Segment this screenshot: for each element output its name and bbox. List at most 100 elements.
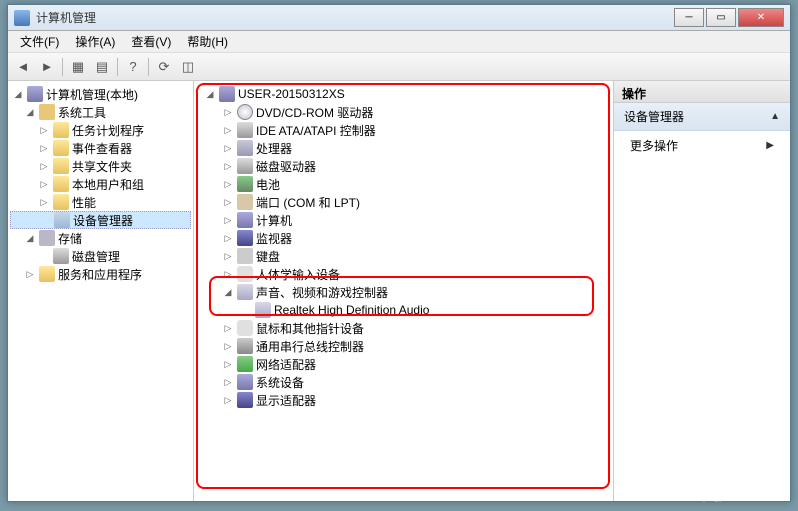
expander-icon[interactable]: ▷ xyxy=(38,178,50,190)
tree-shared-folders[interactable]: ▷ 共享文件夹 xyxy=(10,157,191,175)
tree-label: 端口 (COM 和 LPT) xyxy=(256,194,360,211)
tree-services-apps[interactable]: ▷ 服务和应用程序 xyxy=(10,265,191,283)
menu-view[interactable]: 查看(V) xyxy=(123,31,179,52)
console-tree: ◢ 计算机管理(本地) ◢ 系统工具 ▷ 任务计划程序 ▷ 事件查看器 ▷ xyxy=(8,81,194,501)
device-battery[interactable]: ▷ 电池 xyxy=(196,175,611,193)
tree-performance[interactable]: ▷ 性能 xyxy=(10,193,191,211)
actions-section-device-manager[interactable]: 设备管理器 ▲ xyxy=(614,103,790,131)
expander-icon[interactable]: ▷ xyxy=(38,196,50,208)
tree-label: USER-20150312XS xyxy=(238,87,345,101)
device-ports[interactable]: ▷ 端口 (COM 和 LPT) xyxy=(196,193,611,211)
device-sound[interactable]: ◢ 声音、视频和游戏控制器 xyxy=(196,283,611,301)
computer-icon xyxy=(219,86,235,102)
tree-root[interactable]: ◢ 计算机管理(本地) xyxy=(10,85,191,103)
expander-icon[interactable]: ◢ xyxy=(222,286,234,298)
tree-label: 任务计划程序 xyxy=(72,122,144,139)
menubar: 文件(F) 操作(A) 查看(V) 帮助(H) xyxy=(8,31,790,53)
device-network[interactable]: ▷ 网络适配器 xyxy=(196,355,611,373)
expander-icon[interactable]: ▷ xyxy=(38,124,50,136)
tree-disk-management[interactable]: ▷ 磁盘管理 xyxy=(10,247,191,265)
minimize-button[interactable]: ─ xyxy=(674,8,704,27)
disk-icon xyxy=(237,158,253,174)
device-disk-drives[interactable]: ▷ 磁盘驱动器 xyxy=(196,157,611,175)
expander-icon[interactable]: ▷ xyxy=(222,250,234,262)
expander-icon[interactable]: ▷ xyxy=(222,340,234,352)
separator xyxy=(148,58,149,76)
device-sound-realtek[interactable]: ▷ Realtek High Definition Audio xyxy=(196,301,611,319)
device-monitor[interactable]: ▷ 监视器 xyxy=(196,229,611,247)
action-label: 更多操作 xyxy=(630,137,678,154)
device-system[interactable]: ▷ 系统设备 xyxy=(196,373,611,391)
ide-icon xyxy=(237,122,253,138)
tree-label: 本地用户和组 xyxy=(72,176,144,193)
computer-type-icon xyxy=(237,212,253,228)
device-ide[interactable]: ▷ IDE ATA/ATAPI 控制器 xyxy=(196,121,611,139)
tree-storage[interactable]: ◢ 存储 xyxy=(10,229,191,247)
sound-icon xyxy=(237,284,253,300)
expander-icon[interactable]: ▷ xyxy=(222,124,234,136)
expander-icon[interactable]: ▷ xyxy=(222,196,234,208)
properties-button[interactable]: ▤ xyxy=(91,56,113,78)
tree-label: 磁盘管理 xyxy=(72,248,120,265)
expander-icon[interactable]: ▷ xyxy=(38,160,50,172)
tree-label: 事件查看器 xyxy=(72,140,132,157)
device-root[interactable]: ◢ USER-20150312XS xyxy=(196,85,611,103)
tree-local-users[interactable]: ▷ 本地用户和组 xyxy=(10,175,191,193)
scan-hardware-button[interactable]: ⟳ xyxy=(153,56,175,78)
device-mouse[interactable]: ▷ 鼠标和其他指针设备 xyxy=(196,319,611,337)
titlebar: 计算机管理 ─ ▭ ✕ xyxy=(8,5,790,31)
tree-label: 性能 xyxy=(72,194,96,211)
expander-icon[interactable]: ▷ xyxy=(222,268,234,280)
menu-action[interactable]: 操作(A) xyxy=(67,31,123,52)
expander-icon[interactable]: ▷ xyxy=(222,394,234,406)
device-usb[interactable]: ▷ 通用串行总线控制器 xyxy=(196,337,611,355)
maximize-button[interactable]: ▭ xyxy=(706,8,736,27)
expander-icon[interactable]: ▷ xyxy=(222,376,234,388)
tree-label: 鼠标和其他指针设备 xyxy=(256,320,364,337)
tree-task-scheduler[interactable]: ▷ 任务计划程序 xyxy=(10,121,191,139)
menu-file[interactable]: 文件(F) xyxy=(12,31,67,52)
disk-mgmt-icon xyxy=(53,248,69,264)
view-options-button[interactable]: ◫ xyxy=(177,56,199,78)
expander-icon[interactable]: ▷ xyxy=(222,232,234,244)
expander-icon[interactable]: ▷ xyxy=(222,142,234,154)
expander-icon[interactable]: ◢ xyxy=(12,88,24,100)
device-manager-icon xyxy=(54,212,70,228)
device-computer[interactable]: ▷ 计算机 xyxy=(196,211,611,229)
device-hid[interactable]: ▷ 人体学输入设备 xyxy=(196,265,611,283)
device-dvd[interactable]: ▷ DVD/CD-ROM 驱动器 xyxy=(196,103,611,121)
tree-label: 人体学输入设备 xyxy=(256,266,340,283)
tree-device-manager[interactable]: ▷ 设备管理器 xyxy=(10,211,191,229)
expander-icon[interactable]: ▷ xyxy=(38,142,50,154)
tree-label: IDE ATA/ATAPI 控制器 xyxy=(256,122,376,139)
performance-icon xyxy=(53,194,69,210)
show-hide-tree-button[interactable]: ▦ xyxy=(67,56,89,78)
scheduler-icon xyxy=(53,122,69,138)
expander-icon[interactable]: ▷ xyxy=(222,178,234,190)
expander-icon[interactable]: ▷ xyxy=(222,160,234,172)
expander-icon[interactable]: ▷ xyxy=(222,358,234,370)
tree-event-viewer[interactable]: ▷ 事件查看器 xyxy=(10,139,191,157)
expander-icon[interactable]: ◢ xyxy=(204,88,216,100)
storage-icon xyxy=(39,230,55,246)
device-keyboard[interactable]: ▷ 键盘 xyxy=(196,247,611,265)
window-controls: ─ ▭ ✕ xyxy=(672,8,784,27)
tools-icon xyxy=(39,104,55,120)
expander-icon[interactable]: ▷ xyxy=(222,106,234,118)
expander-icon[interactable]: ◢ xyxy=(24,106,36,118)
dvd-icon xyxy=(237,104,253,120)
close-button[interactable]: ✕ xyxy=(738,8,784,27)
device-display[interactable]: ▷ 显示适配器 xyxy=(196,391,611,409)
back-button[interactable]: ◄ xyxy=(12,56,34,78)
action-more[interactable]: 更多操作 ▶ xyxy=(614,131,790,160)
tree-label: Realtek High Definition Audio xyxy=(274,303,429,317)
expander-icon[interactable]: ◢ xyxy=(24,232,36,244)
expander-icon[interactable]: ▷ xyxy=(222,214,234,226)
menu-help[interactable]: 帮助(H) xyxy=(179,31,236,52)
expander-icon[interactable]: ▷ xyxy=(24,268,36,280)
forward-button[interactable]: ► xyxy=(36,56,58,78)
device-cpu[interactable]: ▷ 处理器 xyxy=(196,139,611,157)
expander-icon[interactable]: ▷ xyxy=(222,322,234,334)
tree-system-tools[interactable]: ◢ 系统工具 xyxy=(10,103,191,121)
help-button[interactable]: ? xyxy=(122,56,144,78)
